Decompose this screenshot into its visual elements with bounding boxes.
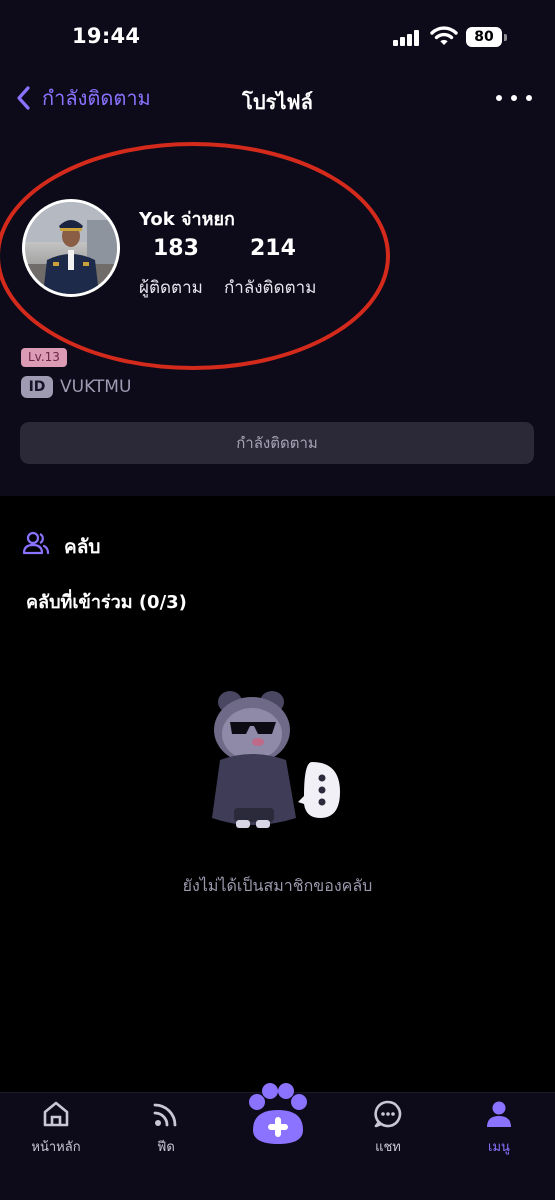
home-icon [43, 1101, 69, 1127]
page-title: โปรไฟล์ [242, 90, 313, 114]
club-section-title: คลับ [64, 536, 101, 558]
id-badge: ID [21, 376, 53, 398]
tab-home-label: หน้าหลัก [31, 1140, 81, 1155]
following-button[interactable]: กำลังติดตาม [20, 422, 534, 464]
tab-feed-label: ฟีด [157, 1140, 175, 1155]
tab-chat[interactable]: แชท [348, 1098, 428, 1160]
tab-menu-label: เมนู [488, 1140, 510, 1155]
bear-mascot-illustration [212, 691, 340, 828]
tab-menu[interactable]: เมนู [459, 1098, 539, 1160]
joined-clubs-label: คลับที่เข้าร่วม (0/3) [26, 592, 187, 613]
user-id: VUKTMU [60, 377, 132, 397]
user-id-row: ID VUKTMU [21, 376, 131, 398]
level-badge: Lv.13 [21, 348, 67, 367]
wifi-icon [430, 26, 458, 45]
paw-plus-icon[interactable] [243, 1082, 313, 1148]
signal-icon [393, 30, 421, 46]
battery-level: 80 [466, 27, 502, 47]
club-icon [22, 531, 50, 555]
tab-chat-label: แชท [375, 1140, 401, 1155]
more-options-icon[interactable] [496, 88, 532, 108]
battery-icon: 80 [466, 27, 508, 47]
tab-home[interactable]: หน้าหลัก [16, 1098, 96, 1160]
feed-icon [153, 1103, 177, 1127]
chat-icon [374, 1100, 402, 1128]
annotation-circle [0, 142, 390, 370]
person-icon [487, 1101, 511, 1127]
empty-clubs-text: ยังไม่ได้เป็นสมาชิกของคลับ [182, 876, 373, 895]
tab-feed[interactable]: ฟีด [126, 1098, 206, 1160]
status-time: 19:44 [72, 24, 141, 48]
